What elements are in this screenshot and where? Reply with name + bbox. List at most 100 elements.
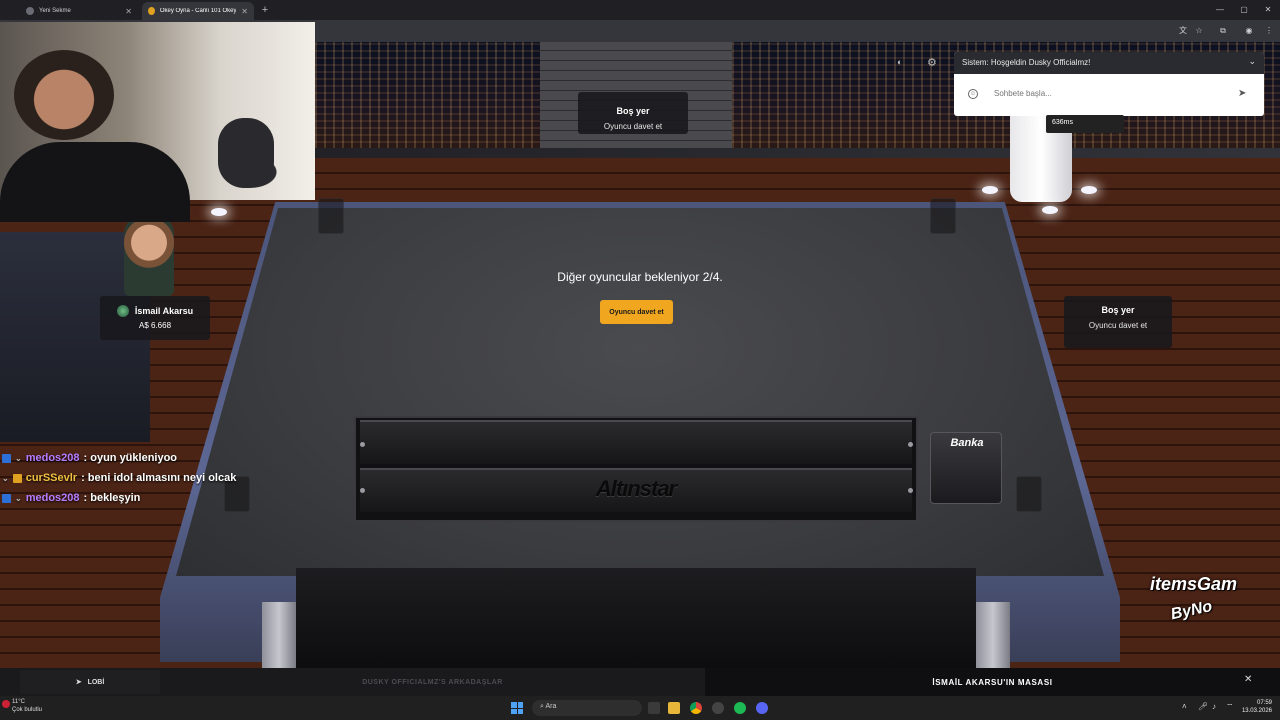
player-money: A$ 6.668 bbox=[138, 321, 172, 330]
empty-seat-top[interactable]: Boş yer Oyuncu davet et bbox=[578, 92, 688, 134]
rivet bbox=[360, 442, 365, 447]
rack-brand-logo: Altınstar bbox=[595, 476, 677, 501]
send-icon[interactable]: ➤ bbox=[1238, 88, 1246, 99]
badge-icon bbox=[2, 453, 11, 463]
spotify-icon[interactable] bbox=[734, 702, 746, 714]
streamer-webcam bbox=[0, 22, 315, 222]
date: 13.03.2026 bbox=[1241, 708, 1272, 714]
tab-label: Okey Oyna - Canlı 101 Okey ve... bbox=[159, 8, 237, 14]
tile-slot bbox=[930, 198, 956, 234]
network-icon[interactable]: ⌔ bbox=[1226, 702, 1234, 712]
globe-icon bbox=[26, 7, 34, 15]
plush-toy bbox=[218, 118, 274, 188]
menu-icon[interactable]: ⋮ bbox=[1262, 24, 1276, 38]
bank-label: Banka bbox=[950, 437, 984, 449]
stream-chat-line: ⌄ medos208 : oyun yükleniyoo bbox=[2, 452, 177, 464]
seat-invite-text[interactable]: Oyuncu davet et bbox=[1064, 321, 1172, 330]
table-leg bbox=[976, 602, 1010, 668]
discord-icon[interactable] bbox=[756, 702, 768, 714]
time: 07:59 bbox=[1256, 700, 1272, 706]
chevron-down-icon: ⌄ bbox=[15, 453, 22, 463]
table-tab[interactable]: İSMAİL AKARSU'IN MASASI bbox=[705, 668, 1280, 696]
lobby-button[interactable]: ➤ LOBİ bbox=[20, 670, 160, 694]
bank-pile[interactable]: Banka bbox=[930, 432, 1002, 504]
chevron-down-icon[interactable]: ⌄ bbox=[1248, 56, 1256, 67]
player-avatar[interactable] bbox=[124, 214, 174, 296]
tab-okey[interactable]: Okey Oyna - Canlı 101 Okey ve... ✕ bbox=[142, 2, 254, 20]
tile-slot bbox=[318, 198, 344, 234]
weather-condition: Çok bulutlu bbox=[12, 707, 43, 713]
profile-icon[interactable]: ◉ bbox=[1242, 24, 1256, 38]
send-icon: ➤ bbox=[75, 679, 82, 686]
site-favicon-icon bbox=[148, 7, 155, 15]
player-name: İsmail Akarsu bbox=[134, 306, 194, 316]
close-tab-icon[interactable]: ✕ bbox=[241, 7, 248, 16]
floor-lamp bbox=[1042, 206, 1058, 214]
floor-lamp bbox=[982, 186, 998, 194]
close-tab-icon[interactable]: ✕ bbox=[125, 7, 132, 16]
taskbar-search[interactable]: ⌕ Ara bbox=[532, 700, 642, 716]
weather-widget[interactable]: 11°C Çok bulutlu bbox=[12, 698, 42, 714]
stream-chat-line: ⌄ curSSevlr : beni idol almasını neyi ol… bbox=[2, 472, 236, 484]
chat-username: medos208 bbox=[25, 452, 80, 464]
table-front bbox=[296, 568, 976, 668]
star-icon[interactable]: ☆ bbox=[1192, 24, 1206, 38]
rank-badge-icon bbox=[116, 305, 129, 317]
new-tab-icon[interactable]: + bbox=[258, 3, 272, 17]
windows-start-icon[interactable] bbox=[511, 702, 523, 714]
maximize-icon[interactable]: ▢ bbox=[1232, 2, 1256, 18]
friends-tab[interactable]: DUSKY OFFICIALMZ'S ARKADAŞLAR bbox=[160, 670, 705, 694]
table-leg bbox=[262, 602, 296, 668]
seat-title: Boş yer bbox=[616, 106, 650, 116]
microphone-icon[interactable]: 🎤︎ bbox=[1198, 702, 1208, 711]
file-explorer-icon[interactable] bbox=[668, 702, 680, 714]
translate-icon[interactable]: 文 bbox=[1176, 24, 1190, 38]
player-name-row: İsmail Akarsu bbox=[100, 305, 210, 317]
emoji-icon[interactable]: ☺ bbox=[968, 89, 978, 99]
minimize-icon[interactable]: — bbox=[1208, 2, 1232, 18]
player-seat-left[interactable]: İsmail Akarsu A$ 6.668 bbox=[100, 296, 210, 340]
chat-username: curSSevlr bbox=[25, 472, 78, 484]
seat-invite-text[interactable]: Oyuncu davet et bbox=[578, 122, 688, 131]
badge-icon bbox=[2, 493, 11, 503]
taskbar-clock[interactable]: 07:59 13.03.2026 bbox=[1238, 699, 1272, 715]
temperature: 11°C bbox=[12, 699, 25, 705]
obs-icon[interactable] bbox=[712, 702, 724, 714]
tile-slot bbox=[1016, 476, 1042, 512]
watermark-logo: itemsGam ByNo bbox=[1150, 574, 1280, 634]
search-placeholder: Ara bbox=[545, 703, 557, 710]
chat-input[interactable] bbox=[994, 82, 1249, 104]
waiting-status: Diğer oyuncular bekleniyor 2/4. bbox=[557, 270, 723, 284]
invite-player-button[interactable]: Oyuncu davet et bbox=[600, 300, 673, 324]
gear-icon[interactable]: ⚙ bbox=[927, 56, 941, 70]
close-window-icon[interactable]: ✕ bbox=[1256, 2, 1280, 18]
task-view-icon[interactable] bbox=[648, 702, 660, 714]
empty-seat-right[interactable]: Boş yer Oyuncu davet et bbox=[1064, 296, 1172, 348]
ping-indicator: 636ms bbox=[1046, 115, 1124, 133]
floor-lamp bbox=[1081, 186, 1097, 194]
chevron-up-icon[interactable]: ˄ bbox=[1182, 702, 1187, 711]
badge-icon bbox=[12, 473, 22, 483]
lobby-label: LOBİ bbox=[87, 678, 105, 686]
chat-message: : oyun yükleniyoo bbox=[83, 452, 178, 464]
rivet bbox=[360, 488, 365, 493]
moon-icon[interactable]: ◐ bbox=[897, 57, 902, 67]
close-icon[interactable]: ✕ bbox=[1244, 674, 1252, 685]
rivet bbox=[908, 442, 913, 447]
volume-icon[interactable]: ♪ bbox=[1212, 702, 1216, 711]
rack-row-upper[interactable] bbox=[360, 420, 912, 464]
tab-label: Yeni Sekme bbox=[39, 8, 71, 14]
chat-message: : beni idol almasını neyi olcak bbox=[81, 472, 237, 484]
chat-username: medos208 bbox=[25, 492, 80, 504]
webcam-head bbox=[14, 50, 114, 140]
chat-system-message: Sistem: Hoşgeldin Dusky Officialmz! bbox=[954, 52, 1264, 74]
weather-icon[interactable] bbox=[2, 700, 10, 708]
tab-new[interactable]: Yeni Sekme ✕ bbox=[20, 2, 138, 20]
webcam-person bbox=[0, 142, 190, 222]
chrome-icon[interactable] bbox=[690, 702, 702, 714]
chevron-down-icon: ⌄ bbox=[15, 493, 22, 503]
city-window-left bbox=[315, 42, 540, 150]
tile-rack[interactable]: Altınstar bbox=[354, 416, 918, 522]
extensions-icon[interactable]: ⧉ bbox=[1216, 24, 1230, 38]
seat-title: Boş yer bbox=[1101, 305, 1135, 315]
